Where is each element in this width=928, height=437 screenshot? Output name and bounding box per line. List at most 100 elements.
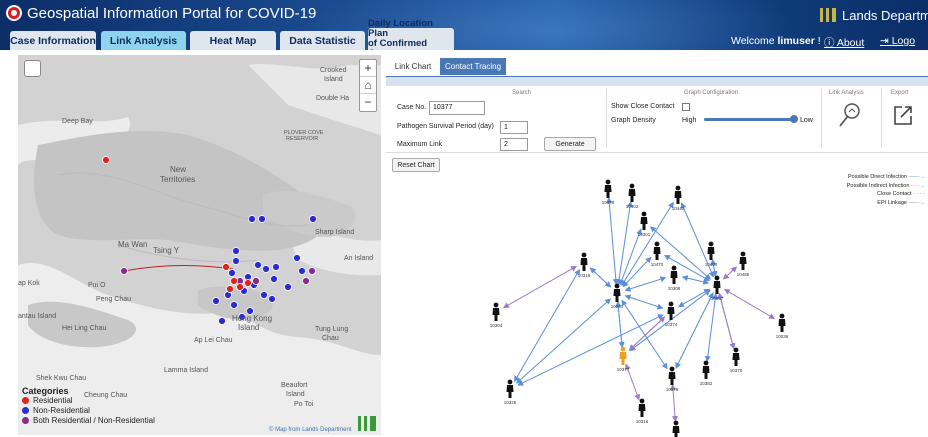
welcome-prefix: Welcome	[731, 35, 778, 47]
graph-node-label: 10291	[611, 304, 624, 309]
graph-node[interactable]: 10318	[578, 252, 591, 278]
graph-node[interactable]: 10485	[737, 251, 750, 277]
graph-node[interactable]: 10382	[700, 360, 713, 386]
map-label: Crooked	[320, 67, 347, 74]
tab-link-analysis[interactable]: Link Analysis	[101, 31, 186, 50]
person-icon	[778, 313, 786, 332]
map-label: Pui O	[88, 282, 106, 289]
graph-node[interactable]: 10470	[651, 241, 664, 267]
person-icon	[670, 265, 678, 284]
subtab-link-chart[interactable]: Link Chart	[390, 58, 436, 75]
section-export-title: Export	[891, 90, 909, 96]
home-button[interactable]: ⌂	[360, 77, 376, 94]
generate-button[interactable]: Generate	[544, 137, 596, 151]
graph-node-label: 10382	[700, 381, 713, 386]
graph-node[interactable]: 10340	[670, 420, 683, 437]
zoom-out-button[interactable]: −	[360, 94, 376, 111]
graph-edge	[628, 316, 666, 351]
graph-edge	[517, 314, 664, 386]
survival-period-input[interactable]: 1	[500, 121, 528, 134]
export-icon[interactable]	[891, 103, 915, 127]
graph-edge	[606, 196, 619, 286]
case-no-input[interactable]: 10377	[429, 101, 485, 115]
about-link[interactable]: ⓘ About	[824, 35, 864, 50]
graph-node[interactable]: 10404	[705, 241, 718, 267]
graph-node[interactable]: 10291	[611, 283, 624, 309]
tab-data-statistic[interactable]: Data Statistic	[280, 31, 365, 50]
person-icon	[604, 179, 612, 198]
max-link-input[interactable]: 2	[500, 138, 528, 151]
graph-node[interactable]: 10402	[626, 183, 639, 209]
graph-node[interactable]: 10442	[672, 185, 685, 211]
show-close-contact-checkbox[interactable]	[682, 103, 690, 111]
blue-dot-icon	[22, 407, 29, 414]
graph-edge	[619, 228, 642, 286]
link-analysis-icon[interactable]	[834, 100, 864, 130]
department-name: Lands Departme	[842, 8, 928, 23]
graph-node-label: 10370	[730, 368, 743, 373]
map-credit-link[interactable]: © Map from Lands Department	[269, 427, 351, 433]
graph-node-label: 10036	[776, 334, 789, 339]
graph-edge	[624, 276, 667, 292]
map-label: Island	[238, 323, 260, 332]
section-graph-config-title: Graph Configuration	[684, 90, 739, 96]
subtab-contact-tracing[interactable]: Contact Tracing	[440, 58, 506, 75]
person-icon	[732, 347, 740, 366]
divider	[386, 152, 928, 153]
legend-title: Categories	[22, 386, 69, 396]
graph-edge	[723, 289, 776, 319]
graph-density-slider-thumb[interactable]	[790, 115, 798, 123]
graph-edge	[502, 265, 578, 309]
welcome-text: Welcome limuser !	[731, 35, 821, 47]
graph-node[interactable]: 10379	[666, 366, 679, 392]
legend-label: Both Residential / Non-Residential	[33, 416, 155, 425]
map-label: ap Kok	[18, 280, 40, 287]
graph-node[interactable]: 10097	[711, 275, 724, 301]
person-icon	[668, 366, 676, 385]
graph-node[interactable]: 10374	[665, 301, 678, 327]
graph-node[interactable]: 10316	[636, 398, 649, 424]
map-legend: Categories Residential Non-Residential B…	[22, 386, 155, 426]
graph-edge	[704, 292, 719, 363]
graph-node[interactable]: 10304	[490, 302, 503, 328]
map-label: Shek Kwu Chau	[36, 375, 87, 382]
person-icon	[674, 185, 682, 204]
graph-node[interactable]: 10378	[602, 179, 615, 205]
graph-node[interactable]: 10370	[730, 347, 743, 373]
map-label: Tsing Y	[153, 246, 180, 255]
graph-node[interactable]: 10308	[668, 265, 681, 291]
app-title: Geospatial Information Portal for COVID-…	[27, 5, 317, 22]
person-icon	[713, 275, 721, 294]
tab-case-information[interactable]: Case Information	[10, 31, 96, 50]
map-label: Lamma Island	[164, 367, 208, 374]
graph-node[interactable]: 10377	[617, 346, 630, 372]
graph-node[interactable]: 10036	[776, 313, 789, 339]
map-label: antau Island	[18, 313, 57, 320]
divider	[821, 88, 822, 148]
graph-node[interactable]: 10301	[638, 211, 651, 237]
graph-node-label: 10374	[665, 322, 678, 327]
graph-edge	[621, 201, 674, 287]
logout-link[interactable]: ⇥ Logo	[880, 35, 915, 47]
person-icon	[628, 183, 636, 202]
graph-node[interactable]: 10326	[504, 379, 517, 405]
graph-edge	[717, 292, 736, 350]
zoom-in-button[interactable]: +	[360, 60, 376, 77]
legend-item-non-residential: Non-Residential	[22, 406, 155, 416]
show-close-contact-label: Show Close Contact	[611, 103, 675, 110]
about-label: About	[836, 37, 865, 49]
person-icon	[580, 252, 588, 271]
tab-daily-location-plan-line1: Daily Location Plan	[368, 18, 433, 39]
map-select-checkbox[interactable]	[24, 60, 41, 77]
legend-item-residential: Residential	[22, 396, 155, 406]
graph-edge	[622, 256, 652, 288]
map-view[interactable]: Crooked Island Double Ha Deep Bay PLOVER…	[18, 55, 381, 435]
divider	[606, 88, 607, 148]
graph-density-slider[interactable]	[704, 118, 796, 121]
map-label: Beaufort	[281, 382, 308, 389]
tab-daily-location-plan[interactable]: Daily Location Plan of Confirmed Cases	[368, 19, 454, 50]
survival-period-label: Pathogen Survival Period (day)	[397, 123, 494, 130]
contact-tracing-graph[interactable]: 10378 10402 10442 10301 10404 10485 10470 10308…	[386, 155, 928, 437]
info-icon: ⓘ	[824, 37, 837, 49]
tab-heat-map[interactable]: Heat Map	[190, 31, 276, 50]
